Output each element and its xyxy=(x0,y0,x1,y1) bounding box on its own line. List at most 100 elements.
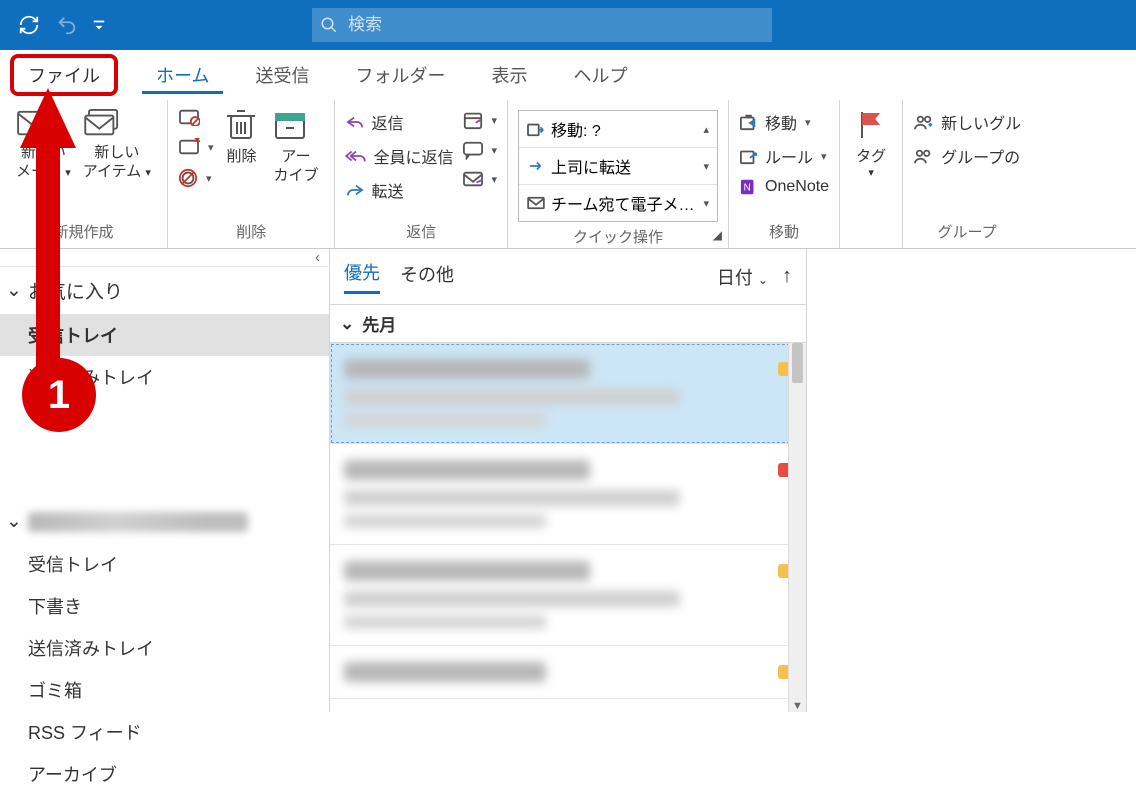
more-respond-button[interactable]: ▾ xyxy=(462,170,498,188)
tab-view[interactable]: 表示 xyxy=(477,56,541,94)
nav-favorites-trash[interactable]: ゴミ箱 xyxy=(0,398,329,472)
body-area: ‹ ⌄ お気に入り 受信トレイ 送信済みトレイ ゴミ箱 ⌄ 受信トレイ 下書き … xyxy=(0,248,1136,712)
flag-icon xyxy=(856,108,886,142)
group-header-last-month[interactable]: ⌄ 先月 xyxy=(330,304,806,343)
group-move: 移動▾ ルール▾ N OneNote 移動 xyxy=(729,100,840,248)
archive-button[interactable]: アー カイブ xyxy=(267,104,324,190)
group-quick-steps: 移動: ? ▴ 上司に転送 ▾ チーム宛て電子メ… ▾ クイック操作 ◢ xyxy=(508,100,729,248)
group-groups: 新しいグル グループの グループ xyxy=(903,100,1031,248)
message-list-pane: 優先 その他 日付 ⌄ ↑ ⌄ 先月 xyxy=(330,249,806,712)
nav-drafts[interactable]: 下書き xyxy=(0,585,329,627)
sync-icon[interactable] xyxy=(10,6,48,44)
chevron-down-icon: ▾ xyxy=(65,167,71,179)
folder-pane: ‹ ⌄ お気に入り 受信トレイ 送信済みトレイ ゴミ箱 ⌄ 受信トレイ 下書き … xyxy=(0,249,330,712)
chevron-down-icon: ⌄ xyxy=(6,510,22,533)
group-label-delete: 削除 xyxy=(178,217,325,248)
nav-sent[interactable]: 送信済みトレイ xyxy=(0,627,329,669)
filter-other[interactable]: その他 xyxy=(400,261,454,293)
chevron-down-icon: ⌄ xyxy=(6,279,22,302)
message-item[interactable] xyxy=(330,646,806,699)
group-delete: ▾ ▾ 削除 アー カイブ 削除 xyxy=(168,100,336,248)
list-header: 優先 その他 日付 ⌄ ↑ xyxy=(330,249,806,304)
quick-move[interactable]: 移動: ? ▴ xyxy=(519,111,717,148)
svg-text:N: N xyxy=(744,183,751,194)
dialog-launcher-icon[interactable]: ◢ xyxy=(713,228,722,242)
group-tags: タグ ▾ xyxy=(840,100,903,248)
quick-steps-gallery[interactable]: 移動: ? ▴ 上司に転送 ▾ チーム宛て電子メ… ▾ xyxy=(518,110,718,222)
new-items-label: 新しい アイテム xyxy=(83,144,142,180)
tab-file[interactable]: ファイル xyxy=(10,54,118,96)
mail-icon xyxy=(16,108,71,138)
nav-inbox[interactable]: 受信トレイ xyxy=(0,543,329,585)
nav-favorites-inbox[interactable]: 受信トレイ xyxy=(0,314,329,356)
nav-trash[interactable]: ゴミ箱 xyxy=(0,669,329,711)
trash-icon xyxy=(225,108,257,142)
new-mail-label: 新しい メール xyxy=(16,144,66,180)
message-item[interactable] xyxy=(330,343,806,444)
archive-icon xyxy=(273,108,318,142)
chevron-down-icon: ⌄ xyxy=(758,273,768,287)
items-icon xyxy=(83,108,151,138)
message-item[interactable] xyxy=(330,444,806,545)
nav-rss[interactable]: RSS フィード xyxy=(0,711,329,753)
ribbon-tabs: ファイル ホーム 送受信 フォルダー 表示 ヘルプ xyxy=(0,50,1136,100)
tab-home[interactable]: ホーム xyxy=(142,56,223,94)
search-input[interactable] xyxy=(348,15,764,35)
chevron-left-icon: ‹ xyxy=(315,249,330,266)
quick-to-manager[interactable]: 上司に転送 ▾ xyxy=(519,148,717,185)
account-name-redacted xyxy=(28,512,248,532)
rules-button[interactable]: ルール▾ xyxy=(739,144,829,168)
overflow-icon[interactable]: ▾ xyxy=(704,197,710,210)
filter-focused[interactable]: 優先 xyxy=(344,259,380,294)
sort-by-button[interactable]: 日付 ⌄ xyxy=(717,264,768,290)
group-respond: 返信 全員に返信 転送 ▾ ▾ ▾ 返信 xyxy=(335,100,508,248)
nav-favorites-sent[interactable]: 送信済みトレイ xyxy=(0,356,329,398)
chevron-down-icon[interactable]: ▾ xyxy=(704,160,710,173)
tab-help[interactable]: ヘルプ xyxy=(559,56,641,94)
group-new: 新しい メール ▾ 新しい アイテム ▾ 新規作成 xyxy=(0,100,168,248)
new-group-button[interactable]: 新しいグル xyxy=(913,110,1021,134)
message-list: ▲ ▼ xyxy=(330,343,806,712)
archive-label: アー カイブ xyxy=(273,148,318,184)
titlebar xyxy=(0,0,1136,50)
tags-button[interactable]: タグ ▾ xyxy=(850,104,892,185)
ignore-icon[interactable] xyxy=(178,108,214,126)
reading-pane xyxy=(806,249,1136,712)
collapse-handle[interactable]: ‹ xyxy=(0,249,330,267)
nav-archive[interactable]: アーカイブ xyxy=(0,753,329,795)
sort-direction-button[interactable]: ↑ xyxy=(782,265,792,288)
message-item[interactable] xyxy=(330,545,806,646)
chevron-down-icon: ⌄ xyxy=(340,314,354,334)
scroll-down-icon[interactable]: ▼ xyxy=(789,700,806,712)
scrollbar[interactable]: ▲ ▼ xyxy=(788,343,806,712)
move-button[interactable]: 移動▾ xyxy=(739,110,829,134)
new-mail-button[interactable]: 新しい メール ▾ xyxy=(10,104,77,186)
chevron-down-icon: ▾ xyxy=(145,167,151,179)
scroll-thumb[interactable] xyxy=(792,343,803,383)
reply-button[interactable]: 返信 xyxy=(345,110,453,134)
tab-send-receive[interactable]: 送受信 xyxy=(241,56,323,94)
search-icon xyxy=(320,16,338,34)
group-label-tags xyxy=(850,221,892,248)
undo-icon xyxy=(48,6,86,44)
ribbon: 新しい メール ▾ 新しい アイテム ▾ 新規作成 ▾ ▾ xyxy=(0,100,1136,248)
junk-icon[interactable]: ▾ xyxy=(178,168,214,188)
delete-button[interactable]: 削除 xyxy=(219,104,263,171)
search-box[interactable] xyxy=(312,8,772,42)
delete-label: 削除 xyxy=(226,148,256,165)
onenote-button[interactable]: N OneNote xyxy=(739,178,829,196)
new-items-button[interactable]: 新しい アイテム ▾ xyxy=(77,104,157,186)
group-label-groups: グループ xyxy=(913,217,1021,248)
chevron-up-icon[interactable]: ▴ xyxy=(704,123,710,136)
tab-folder[interactable]: フォルダー xyxy=(341,56,459,94)
meeting-button[interactable]: ▾ xyxy=(462,110,498,130)
qat-customize-icon[interactable] xyxy=(86,6,112,44)
forward-button[interactable]: 転送 xyxy=(345,178,453,202)
quick-team-email[interactable]: チーム宛て電子メ… ▾ xyxy=(519,185,717,221)
clean-up-icon[interactable]: ▾ xyxy=(178,138,214,156)
favorites-header[interactable]: ⌄ お気に入り xyxy=(0,267,329,314)
account-header[interactable]: ⌄ xyxy=(0,500,329,543)
im-button[interactable]: ▾ xyxy=(462,140,498,160)
browse-groups-button[interactable]: グループの xyxy=(913,144,1021,168)
reply-all-button[interactable]: 全員に返信 xyxy=(345,144,453,168)
